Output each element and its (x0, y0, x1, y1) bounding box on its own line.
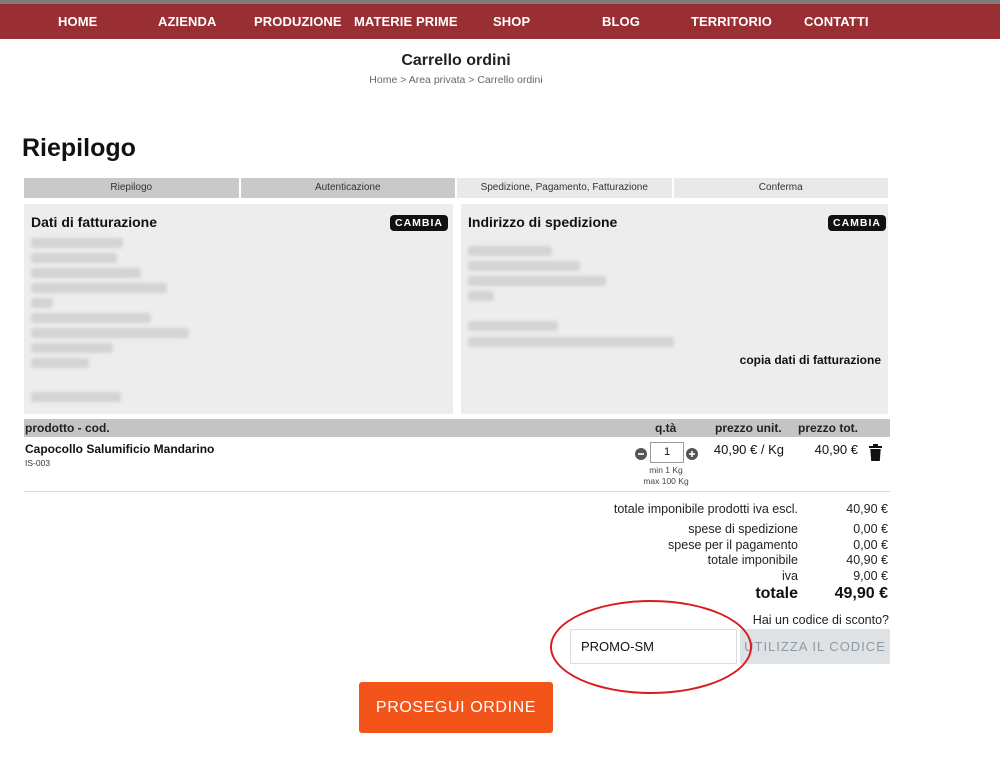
breadcrumb-separator: > (400, 74, 407, 86)
redacted-text (468, 276, 606, 286)
col-unit-price: prezzo unit. (715, 421, 782, 435)
grand-total-label: totale (755, 585, 798, 602)
redacted-text (31, 283, 167, 293)
unit-price: 40,90 € / Kg (713, 442, 784, 457)
proceed-order-button[interactable]: PROSEGUI ORDINE (359, 682, 553, 733)
grand-total-value: 49,90 € (834, 585, 888, 602)
summary-label: spese di spedizione (688, 522, 798, 536)
section-title: Riepilogo (22, 134, 136, 162)
nav-materie-prime[interactable]: MATERIE PRIME (354, 14, 458, 29)
col-total-price: prezzo tot. (798, 421, 858, 435)
cart-table-header: prodotto - cod. q.tà prezzo unit. prezzo… (24, 419, 890, 437)
discount-question: Hai un codice di sconto? (752, 613, 889, 627)
summary-label: iva (782, 569, 798, 583)
qty-increase-button[interactable] (686, 448, 698, 460)
step-conferma: Conferma (673, 178, 888, 198)
nav-shop[interactable]: SHOP (493, 14, 530, 29)
redacted-text (468, 261, 580, 271)
step-autenticazione: Autenticazione (240, 178, 455, 198)
summary-value: 0,00 € (853, 538, 888, 552)
nav-contatti[interactable]: CONTATTI (804, 14, 869, 29)
summary-label: spese per il pagamento (668, 538, 798, 552)
breadcrumb-separator: > (468, 74, 475, 86)
billing-title: Dati di fatturazione (31, 214, 158, 230)
qty-input[interactable]: 1 (650, 442, 684, 463)
redacted-text (468, 291, 494, 301)
qty-min-note: min 1 Kg (649, 465, 683, 475)
checkout-steps: Riepilogo Autenticazione Spedizione, Pag… (24, 178, 888, 198)
nav-azienda[interactable]: AZIENDA (158, 14, 216, 29)
apply-discount-button[interactable]: UTILIZZA IL CODICE (740, 629, 890, 664)
breadcrumb-area-privata[interactable]: Area privata (409, 74, 466, 86)
breadcrumb-current: Carrello ordini (477, 74, 543, 86)
shipping-panel: Indirizzo di spedizione CAMBIA copia dat… (461, 204, 888, 414)
shipping-title: Indirizzo di spedizione (468, 214, 618, 230)
redacted-text (31, 392, 121, 402)
divider (24, 491, 890, 492)
product-name: Capocollo Salumificio Mandarino (25, 442, 215, 456)
step-riepilogo: Riepilogo (24, 178, 239, 198)
shipping-change-button[interactable]: CAMBIA (828, 215, 886, 231)
billing-change-button[interactable]: CAMBIA (390, 215, 448, 231)
redacted-text (31, 298, 53, 308)
step-spedizione: Spedizione, Pagamento, Fatturazione (457, 178, 672, 198)
nav-home[interactable]: HOME (58, 14, 97, 29)
redacted-text (31, 328, 189, 338)
nav-produzione[interactable]: PRODUZIONE (254, 14, 342, 29)
nav-blog[interactable]: BLOG (602, 14, 640, 29)
plus-circle-icon (689, 451, 695, 457)
nav-territorio[interactable]: TERRITORIO (691, 14, 772, 29)
minus-circle-icon (638, 453, 644, 455)
summary-value: 0,00 € (853, 522, 888, 536)
redacted-text (468, 321, 558, 331)
summary-label: totale imponibile prodotti iva escl. (613, 502, 798, 516)
annotation-circle (550, 600, 752, 694)
summary-value: 40,90 € (846, 553, 888, 567)
summary-value: 40,90 € (846, 502, 888, 516)
qty-max-note: max 100 Kg (643, 476, 689, 486)
summary-label: totale imponibile (707, 553, 798, 567)
top-nav-bar: HOME AZIENDA PRODUZIONE MATERIE PRIME SH… (0, 0, 1000, 39)
product-code: IS-003 (25, 458, 51, 468)
redacted-text (31, 238, 123, 248)
copy-billing-link[interactable]: copia dati di fatturazione (740, 353, 881, 367)
redacted-text (468, 337, 674, 347)
redacted-text (31, 268, 141, 278)
total-price: 40,90 € (814, 442, 858, 457)
billing-panel: Dati di fatturazione CAMBIA (24, 204, 453, 414)
breadcrumb-home[interactable]: Home (369, 74, 397, 86)
page-title: Carrello ordini (401, 52, 511, 69)
redacted-text (31, 358, 89, 368)
redacted-text (31, 313, 151, 323)
breadcrumb: Home > Area privata > Carrello ordini (0, 74, 912, 86)
col-qty: q.tà (655, 421, 677, 435)
col-product: prodotto - cod. (25, 421, 110, 435)
redacted-text (31, 253, 117, 263)
redacted-text (468, 246, 552, 256)
trash-icon[interactable] (869, 444, 882, 461)
summary-value: 9,00 € (853, 569, 888, 583)
qty-decrease-button[interactable] (635, 448, 647, 460)
redacted-text (31, 343, 113, 353)
